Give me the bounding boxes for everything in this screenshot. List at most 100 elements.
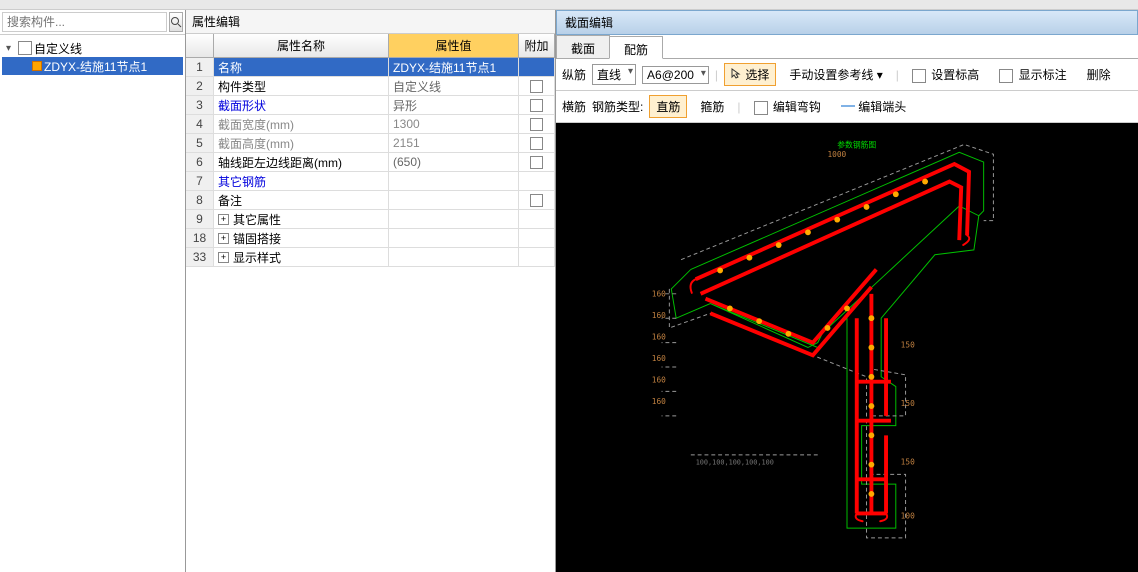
property-extra[interactable] [519, 96, 555, 114]
tab-rebar[interactable]: 配筋 [609, 36, 663, 59]
dim-160: 160 [652, 397, 666, 406]
property-name[interactable]: 截面宽度(mm) [214, 115, 389, 133]
property-name[interactable]: 截面高度(mm) [214, 134, 389, 152]
property-extra[interactable] [519, 248, 555, 266]
tree-root-label: 自定义线 [34, 40, 82, 57]
section-tabs: 截面 配筋 [556, 35, 1138, 59]
header-extra[interactable]: 附加 [519, 34, 555, 57]
property-extra[interactable] [519, 58, 555, 76]
expand-icon[interactable]: + [218, 233, 229, 244]
longitudinal-label: 纵筋 [562, 66, 586, 83]
property-name[interactable]: +显示样式 [214, 248, 389, 266]
property-value[interactable]: 自定义线 [389, 77, 519, 95]
expand-icon[interactable]: ▾ [6, 43, 18, 54]
row-number: 7 [186, 172, 214, 190]
checkbox[interactable] [530, 99, 543, 112]
row-number: 8 [186, 191, 214, 209]
row-number: 5 [186, 134, 214, 152]
property-extra[interactable] [519, 172, 555, 190]
search-icon [170, 16, 182, 28]
edit-end-button[interactable]: 编辑端头 [834, 95, 913, 118]
property-extra[interactable] [519, 229, 555, 247]
property-name[interactable]: 构件类型 [214, 77, 389, 95]
property-value[interactable] [389, 191, 519, 209]
checkbox[interactable] [530, 156, 543, 169]
property-extra[interactable] [519, 210, 555, 228]
main-toolbar[interactable] [0, 0, 1138, 10]
separator: | [737, 100, 740, 114]
set-elevation-button[interactable]: 设置标高 [905, 63, 986, 86]
property-row[interactable]: 9+其它属性 [186, 210, 555, 229]
transverse-label: 横筋 [562, 98, 586, 115]
hook-icon [754, 101, 768, 115]
component-tree[interactable]: ▾ 自定义线 ZDYX-结施11节点1 [0, 35, 185, 572]
property-row[interactable]: 5截面高度(mm)2151 [186, 134, 555, 153]
dim-1000: 1000 [827, 150, 846, 159]
checkbox[interactable] [530, 137, 543, 150]
property-row[interactable]: 8备注 [186, 191, 555, 210]
property-value[interactable] [389, 248, 519, 266]
show-label-button[interactable]: 显示标注 [992, 63, 1073, 86]
property-value[interactable]: (650) [389, 153, 519, 171]
cad-canvas[interactable]: 160 160 160 160 160 160 100,100,100,100,… [556, 123, 1138, 572]
property-row[interactable]: 1名称ZDYX-结施11节点1 [186, 58, 555, 77]
checkbox[interactable] [530, 80, 543, 93]
property-row[interactable]: 33+显示样式 [186, 248, 555, 267]
rebar-spec-select[interactable]: A6@200 [642, 66, 709, 84]
delete-button[interactable]: 删除 [1080, 63, 1118, 86]
rebar-toolbar-1: 纵筋 直线 A6@200 | 选择 手动设置参考线 ▾ | 设置标高 显示标注 … [556, 59, 1138, 91]
property-row[interactable]: 2构件类型自定义线 [186, 77, 555, 96]
tab-section[interactable]: 截面 [556, 35, 610, 58]
tree-root-node[interactable]: ▾ 自定义线 [2, 39, 183, 57]
straight-rebar-button[interactable]: 直筋 [649, 95, 687, 118]
detail-label: 参数钢筋图 [837, 139, 876, 149]
property-name[interactable]: 截面形状 [214, 96, 389, 114]
search-button[interactable] [169, 12, 183, 32]
element-icon [32, 61, 42, 71]
property-row[interactable]: 4截面宽度(mm)1300 [186, 115, 555, 134]
dim-150: 150 [901, 399, 915, 408]
checkbox[interactable] [530, 118, 543, 131]
header-name[interactable]: 属性名称 [214, 34, 389, 57]
row-number: 9 [186, 210, 214, 228]
property-extra[interactable] [519, 134, 555, 152]
tree-child-node[interactable]: ZDYX-结施11节点1 [2, 57, 183, 75]
search-input[interactable] [2, 12, 167, 32]
checkbox[interactable] [530, 194, 543, 207]
expand-icon[interactable]: + [218, 214, 229, 225]
property-value[interactable]: 1300 [389, 115, 519, 133]
property-name[interactable]: +其它属性 [214, 210, 389, 228]
property-extra[interactable] [519, 153, 555, 171]
property-name[interactable]: 名称 [214, 58, 389, 76]
property-name[interactable]: +锚固搭接 [214, 229, 389, 247]
property-extra[interactable] [519, 191, 555, 209]
edit-hook-button[interactable]: 编辑弯钩 [747, 95, 828, 118]
expand-icon[interactable]: + [218, 252, 229, 263]
header-value[interactable]: 属性值 [389, 34, 519, 57]
dim-150: 150 [901, 341, 915, 350]
line-type-select[interactable]: 直线 [592, 64, 636, 85]
property-row[interactable]: 18+锚固搭接 [186, 229, 555, 248]
property-value[interactable] [389, 172, 519, 190]
property-row[interactable]: 3截面形状异形 [186, 96, 555, 115]
select-button[interactable]: 选择 [724, 63, 776, 86]
property-name[interactable]: 其它钢筋 [214, 172, 389, 190]
property-extra[interactable] [519, 77, 555, 95]
property-value[interactable]: 2151 [389, 134, 519, 152]
property-row[interactable]: 7其它钢筋 [186, 172, 555, 191]
property-extra[interactable] [519, 115, 555, 133]
manual-refline-button[interactable]: 手动设置参考线 ▾ [782, 63, 889, 86]
property-value[interactable]: ZDYX-结施11节点1 [389, 58, 519, 76]
row-number: 1 [186, 58, 214, 76]
property-value[interactable] [389, 210, 519, 228]
dim-160: 160 [652, 376, 666, 385]
property-value[interactable] [389, 229, 519, 247]
property-name[interactable]: 轴线距左边线距离(mm) [214, 153, 389, 171]
hoop-rebar-button[interactable]: 箍筋 [693, 95, 731, 118]
property-name[interactable]: 备注 [214, 191, 389, 209]
property-value[interactable]: 异形 [389, 96, 519, 114]
label-icon [999, 69, 1013, 83]
tree-child-label: ZDYX-结施11节点1 [44, 58, 147, 75]
property-row[interactable]: 6轴线距左边线距离(mm)(650) [186, 153, 555, 172]
separator: | [896, 68, 899, 82]
